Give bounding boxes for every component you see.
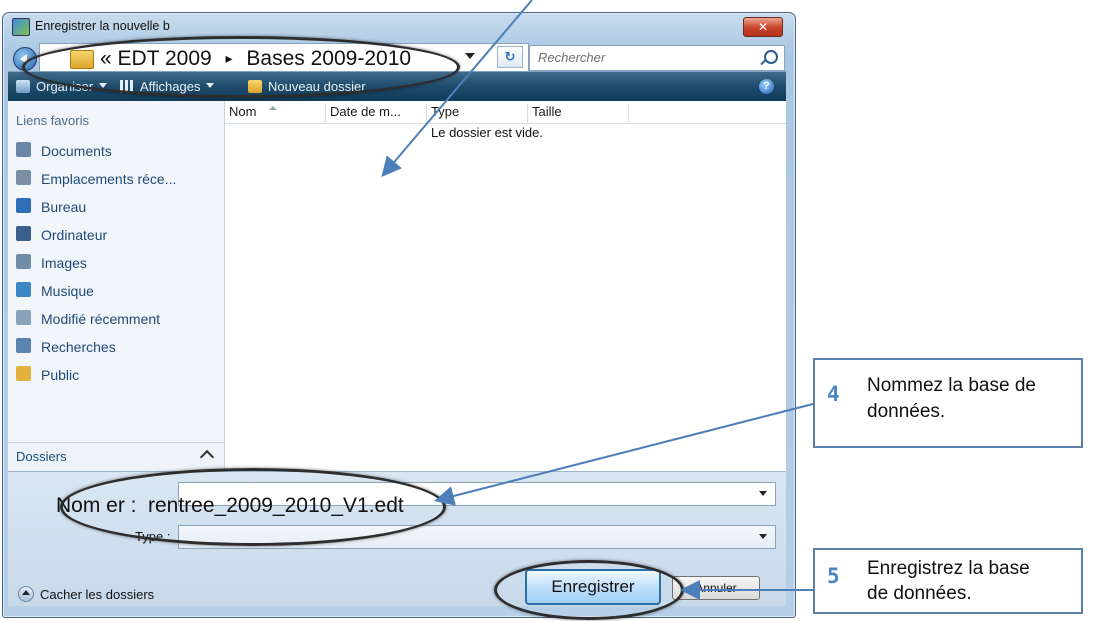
empty-folder-message: Le dossier est vide. bbox=[431, 125, 544, 140]
nav-item-label: Documents bbox=[41, 143, 112, 159]
favorite-links-list: Documents Emplacements réce... Bureau Ordin… bbox=[8, 137, 224, 389]
type-label: Type : bbox=[135, 529, 171, 544]
nav-item[interactable]: Images bbox=[8, 249, 224, 277]
save-dialog: Enregistrer la nouvelle b ✕ « EDT 2009 ▸… bbox=[2, 12, 796, 618]
chevron-down-icon bbox=[206, 83, 215, 92]
callout-5-number: 5 bbox=[827, 564, 840, 588]
breadcrumb-path: « EDT 2009 ▸ Bases 2009-2010 bbox=[100, 47, 411, 71]
search-icon[interactable] bbox=[764, 50, 778, 64]
views-label: Affichages bbox=[140, 79, 201, 94]
new-folder-label: Nouveau dossier bbox=[268, 79, 366, 94]
save-form: Nom er : rentree_2009_2010_V1.edt Type :… bbox=[8, 471, 786, 606]
nav-item-label: Modifié récemment bbox=[41, 311, 161, 327]
chevron-down-icon[interactable] bbox=[759, 534, 767, 543]
nav-item-label: Bureau bbox=[41, 199, 87, 215]
callout-4-number: 4 bbox=[827, 382, 840, 406]
images-icon bbox=[16, 254, 31, 269]
organise-label: Organiser bbox=[36, 79, 94, 94]
callout-step-4: 4 Nommez la base de données. bbox=[813, 358, 1083, 448]
folders-toggle[interactable]: Dossiers bbox=[8, 442, 224, 471]
documents-icon bbox=[16, 142, 31, 157]
folders-label: Dossiers bbox=[16, 449, 67, 464]
nav-item[interactable]: Documents bbox=[8, 137, 224, 165]
column-headers: Nom Date de m... Type Taille bbox=[225, 101, 786, 124]
organise-menu[interactable]: Organiser bbox=[16, 79, 108, 94]
cancel-button[interactable]: Annuler bbox=[672, 576, 760, 600]
searches-icon bbox=[16, 338, 31, 353]
close-button[interactable]: ✕ bbox=[743, 17, 783, 37]
nav-item[interactable]: Emplacements réce... bbox=[8, 165, 224, 193]
chevron-up-circle-icon bbox=[18, 586, 34, 602]
hide-folders-label: Cacher les dossiers bbox=[40, 587, 155, 602]
callout-5-line-1: Enregistrez la base bbox=[867, 558, 1030, 579]
command-toolbar: Organiser Affichages Nouveau dossier ? bbox=[8, 71, 786, 102]
column-name-label: Nom bbox=[229, 104, 257, 119]
filename-label: Nom er : bbox=[56, 494, 137, 517]
column-header-type[interactable]: Type bbox=[427, 104, 528, 122]
address-row: « EDT 2009 ▸ Bases 2009-2010 ↻ Recherche… bbox=[13, 41, 785, 75]
breadcrumb-separator: ▸ bbox=[225, 50, 233, 66]
column-header-name[interactable]: Nom bbox=[225, 104, 326, 122]
breadcrumb-prefix[interactable]: « bbox=[100, 47, 112, 70]
desktop-icon bbox=[16, 198, 31, 213]
sort-ascending-icon bbox=[269, 104, 277, 110]
new-folder-button[interactable]: Nouveau dossier bbox=[248, 79, 366, 94]
nav-item-label: Images bbox=[41, 255, 87, 271]
recently-changed-icon bbox=[16, 310, 31, 325]
callout-step-5: 5 Enregistrez la base de données. bbox=[813, 548, 1083, 614]
chevron-down-icon bbox=[99, 83, 108, 92]
public-folder-icon bbox=[16, 366, 31, 381]
new-folder-icon bbox=[248, 80, 262, 93]
search-input[interactable]: Rechercher bbox=[529, 45, 785, 71]
window-title: Enregistrer la nouvelle b bbox=[35, 19, 170, 33]
views-icon bbox=[120, 80, 134, 93]
chevron-down-icon[interactable] bbox=[759, 491, 767, 500]
hide-folders-button[interactable]: Cacher les dossiers bbox=[18, 586, 154, 602]
callout-4-line-2: données. bbox=[867, 401, 946, 422]
nav-item-label: Public bbox=[41, 367, 80, 383]
back-arrow-icon[interactable] bbox=[13, 47, 37, 71]
nav-item-label: Ordinateur bbox=[41, 227, 108, 243]
music-icon bbox=[16, 282, 31, 297]
breadcrumb-item-bases[interactable]: Bases 2009-2010 bbox=[246, 47, 411, 70]
navigation-pane: Liens favoris Documents Emplacements réce… bbox=[8, 101, 225, 471]
filename-value[interactable]: rentree_2009_2010_V1.edt bbox=[148, 494, 404, 518]
views-menu[interactable]: Affichages bbox=[120, 79, 215, 94]
title-bar: Enregistrer la nouvelle b ✕ bbox=[3, 13, 795, 43]
nav-item[interactable]: Bureau bbox=[8, 193, 224, 221]
nav-item[interactable]: Modifié récemment bbox=[8, 305, 224, 333]
favorite-links-heading: Liens favoris bbox=[16, 113, 89, 128]
nav-item[interactable]: Musique bbox=[8, 277, 224, 305]
nav-item[interactable]: Recherches bbox=[8, 333, 224, 361]
column-header-date[interactable]: Date de m... bbox=[326, 104, 427, 122]
save-button[interactable]: Enregistrer bbox=[525, 569, 661, 605]
file-list-pane[interactable]: Nom Date de m... Type Taille Le dossier … bbox=[225, 101, 786, 471]
callout-5-line-2: de données. bbox=[867, 583, 972, 604]
nav-item-label: Recherches bbox=[41, 339, 116, 355]
chevron-up-icon bbox=[199, 449, 215, 465]
folder-icon bbox=[70, 50, 94, 69]
nav-item-label: Musique bbox=[41, 283, 94, 299]
nav-item[interactable]: Ordinateur bbox=[8, 221, 224, 249]
app-icon bbox=[12, 18, 30, 36]
callout-4-line-1: Nommez la base de bbox=[867, 375, 1036, 396]
address-dropdown-icon[interactable] bbox=[465, 53, 475, 64]
refresh-icon[interactable]: ↻ bbox=[497, 46, 523, 68]
file-type-select[interactable] bbox=[178, 525, 776, 549]
search-placeholder: Rechercher bbox=[538, 50, 606, 65]
organise-icon bbox=[16, 80, 30, 93]
nav-item-label: Emplacements réce... bbox=[41, 171, 177, 187]
recent-places-icon bbox=[16, 170, 31, 185]
column-header-size[interactable]: Taille bbox=[528, 104, 629, 122]
breadcrumb-item-edt-2009[interactable]: EDT 2009 bbox=[118, 47, 212, 70]
nav-item[interactable]: Public bbox=[8, 361, 224, 389]
computer-icon bbox=[16, 226, 31, 241]
help-icon[interactable]: ? bbox=[759, 79, 774, 94]
